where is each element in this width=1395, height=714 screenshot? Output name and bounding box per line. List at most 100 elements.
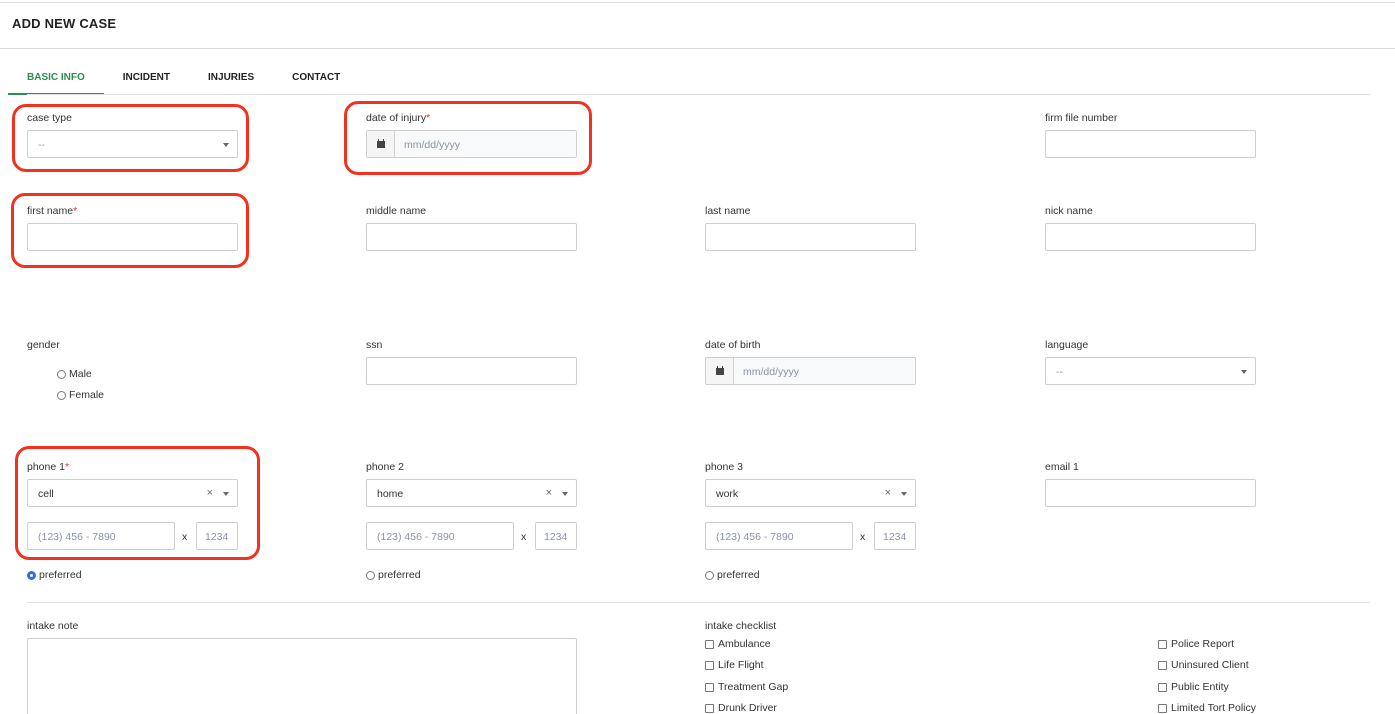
radio-icon (57, 390, 66, 400)
ssn-input[interactable] (366, 357, 577, 385)
phone1-ext-placeholder: 1234 (205, 531, 229, 543)
header-divider (0, 48, 1395, 49)
nick-name-input[interactable] (1045, 223, 1256, 251)
checklist-drunk-driver[interactable]: Drunk Driver (705, 702, 777, 714)
case-type-value: -- (38, 139, 45, 151)
date-of-birth-input[interactable]: mm/dd/yyyy (705, 357, 916, 385)
checkbox-icon (705, 639, 714, 649)
phone2-type-value: home (377, 488, 404, 500)
nick-name-label: nick name (1045, 205, 1093, 217)
radio-checked-icon (27, 570, 36, 580)
email1-input[interactable] (1045, 479, 1256, 507)
first-name-label: first name* (27, 205, 78, 217)
first-name-input[interactable] (27, 223, 238, 251)
calendar-icon[interactable] (706, 358, 734, 384)
date-of-injury-placeholder: mm/dd/yyyy (404, 139, 461, 151)
last-name-label: last name (705, 205, 751, 217)
phone2-label: phone 2 (366, 461, 404, 473)
gender-female-radio[interactable]: Female (57, 389, 104, 401)
checklist-public-entity[interactable]: Public Entity (1158, 681, 1229, 693)
phone3-number-input[interactable]: (123) 456 - 7890 (705, 522, 853, 550)
phone3-label: phone 3 (705, 461, 743, 473)
last-name-input[interactable] (705, 223, 916, 251)
clear-icon[interactable]: × (885, 487, 891, 499)
checklist-limited-tort-policy[interactable]: Limited Tort Policy (1158, 702, 1256, 714)
chevron-down-icon (223, 492, 229, 496)
gender-label: gender (27, 339, 60, 351)
phone2-number-input[interactable]: (123) 456 - 7890 (366, 522, 514, 550)
checkbox-icon (705, 660, 714, 670)
ssn-label: ssn (366, 339, 383, 351)
checkbox-icon (1158, 660, 1167, 670)
checkbox-icon (1158, 703, 1167, 713)
date-of-injury-input[interactable]: mm/dd/yyyy (366, 130, 577, 158)
tab-bar: BASIC INFO INCIDENT INJURIES CONTACT (8, 64, 378, 95)
tab-contact[interactable]: CONTACT (292, 64, 340, 95)
phone3-preferred-radio[interactable]: preferred (705, 569, 760, 581)
phone3-number-placeholder: (123) 456 - 7890 (716, 531, 794, 543)
checklist-treatment-gap[interactable]: Treatment Gap (705, 681, 788, 693)
phone2-ext-input[interactable]: 1234 (535, 522, 577, 550)
intake-checklist-label: intake checklist (705, 620, 777, 632)
firm-file-number-label: firm file number (1045, 112, 1118, 124)
checkbox-icon (705, 703, 714, 713)
gender-male-radio[interactable]: Male (57, 368, 92, 380)
checkbox-icon (1158, 639, 1167, 649)
radio-icon (705, 570, 714, 580)
tab-basic-info[interactable]: BASIC INFO (8, 64, 104, 95)
phone1-label: phone 1* (27, 461, 70, 473)
case-type-select[interactable]: -- (27, 130, 238, 158)
phone1-type-select[interactable]: cell × (27, 479, 238, 507)
checklist-ambulance[interactable]: Ambulance (705, 638, 771, 650)
phone1-ext-input[interactable]: 1234 (196, 522, 238, 550)
section-divider (27, 602, 1370, 603)
phone1-preferred-radio[interactable]: preferred (27, 569, 82, 581)
phone3-ext-input[interactable]: 1234 (874, 522, 916, 550)
phone2-type-select[interactable]: home × (366, 479, 577, 507)
phone3-ext-placeholder: 1234 (883, 531, 907, 543)
date-of-birth-label: date of birth (705, 339, 761, 351)
page-title: ADD NEW CASE (12, 16, 117, 31)
radio-icon (57, 369, 66, 379)
firm-file-number-input[interactable] (1045, 130, 1256, 158)
phone1-number-placeholder: (123) 456 - 7890 (38, 531, 116, 543)
chevron-down-icon (223, 143, 229, 147)
intake-note-label: intake note (27, 620, 79, 632)
phone2-number-placeholder: (123) 456 - 7890 (377, 531, 455, 543)
radio-icon (366, 570, 375, 580)
middle-name-input[interactable] (366, 223, 577, 251)
phone1-number-input[interactable]: (123) 456 - 7890 (27, 522, 175, 550)
checkbox-icon (1158, 682, 1167, 692)
chevron-down-icon (901, 492, 907, 496)
calendar-icon[interactable] (367, 131, 395, 157)
top-border (0, 2, 1395, 3)
intake-note-textarea[interactable] (27, 638, 577, 714)
middle-name-label: middle name (366, 205, 427, 217)
tab-incident[interactable]: INCIDENT (123, 64, 170, 95)
clear-icon[interactable]: × (207, 487, 213, 499)
chevron-down-icon (1241, 370, 1247, 374)
checklist-life-flight[interactable]: Life Flight (705, 659, 764, 671)
chevron-down-icon (562, 492, 568, 496)
language-select[interactable]: -- (1045, 357, 1256, 385)
checklist-uninsured-client[interactable]: Uninsured Client (1158, 659, 1249, 671)
language-label: language (1045, 339, 1089, 351)
tab-injuries[interactable]: INJURIES (208, 64, 254, 95)
email1-label: email 1 (1045, 461, 1079, 473)
date-of-injury-label: date of injury* (366, 112, 431, 124)
phone3-type-select[interactable]: work × (705, 479, 916, 507)
ext-separator: x (521, 531, 527, 543)
checkbox-icon (705, 682, 714, 692)
ext-separator: x (182, 531, 188, 543)
checklist-police-report[interactable]: Police Report (1158, 638, 1234, 650)
ext-separator: x (860, 531, 866, 543)
phone1-type-value: cell (38, 488, 54, 500)
language-value: -- (1056, 366, 1063, 378)
clear-icon[interactable]: × (546, 487, 552, 499)
tabs-divider (27, 94, 1370, 95)
case-type-label: case type (27, 112, 72, 124)
date-of-birth-placeholder: mm/dd/yyyy (743, 366, 800, 378)
phone2-ext-placeholder: 1234 (544, 531, 568, 543)
phone3-type-value: work (716, 488, 739, 500)
phone2-preferred-radio[interactable]: preferred (366, 569, 421, 581)
